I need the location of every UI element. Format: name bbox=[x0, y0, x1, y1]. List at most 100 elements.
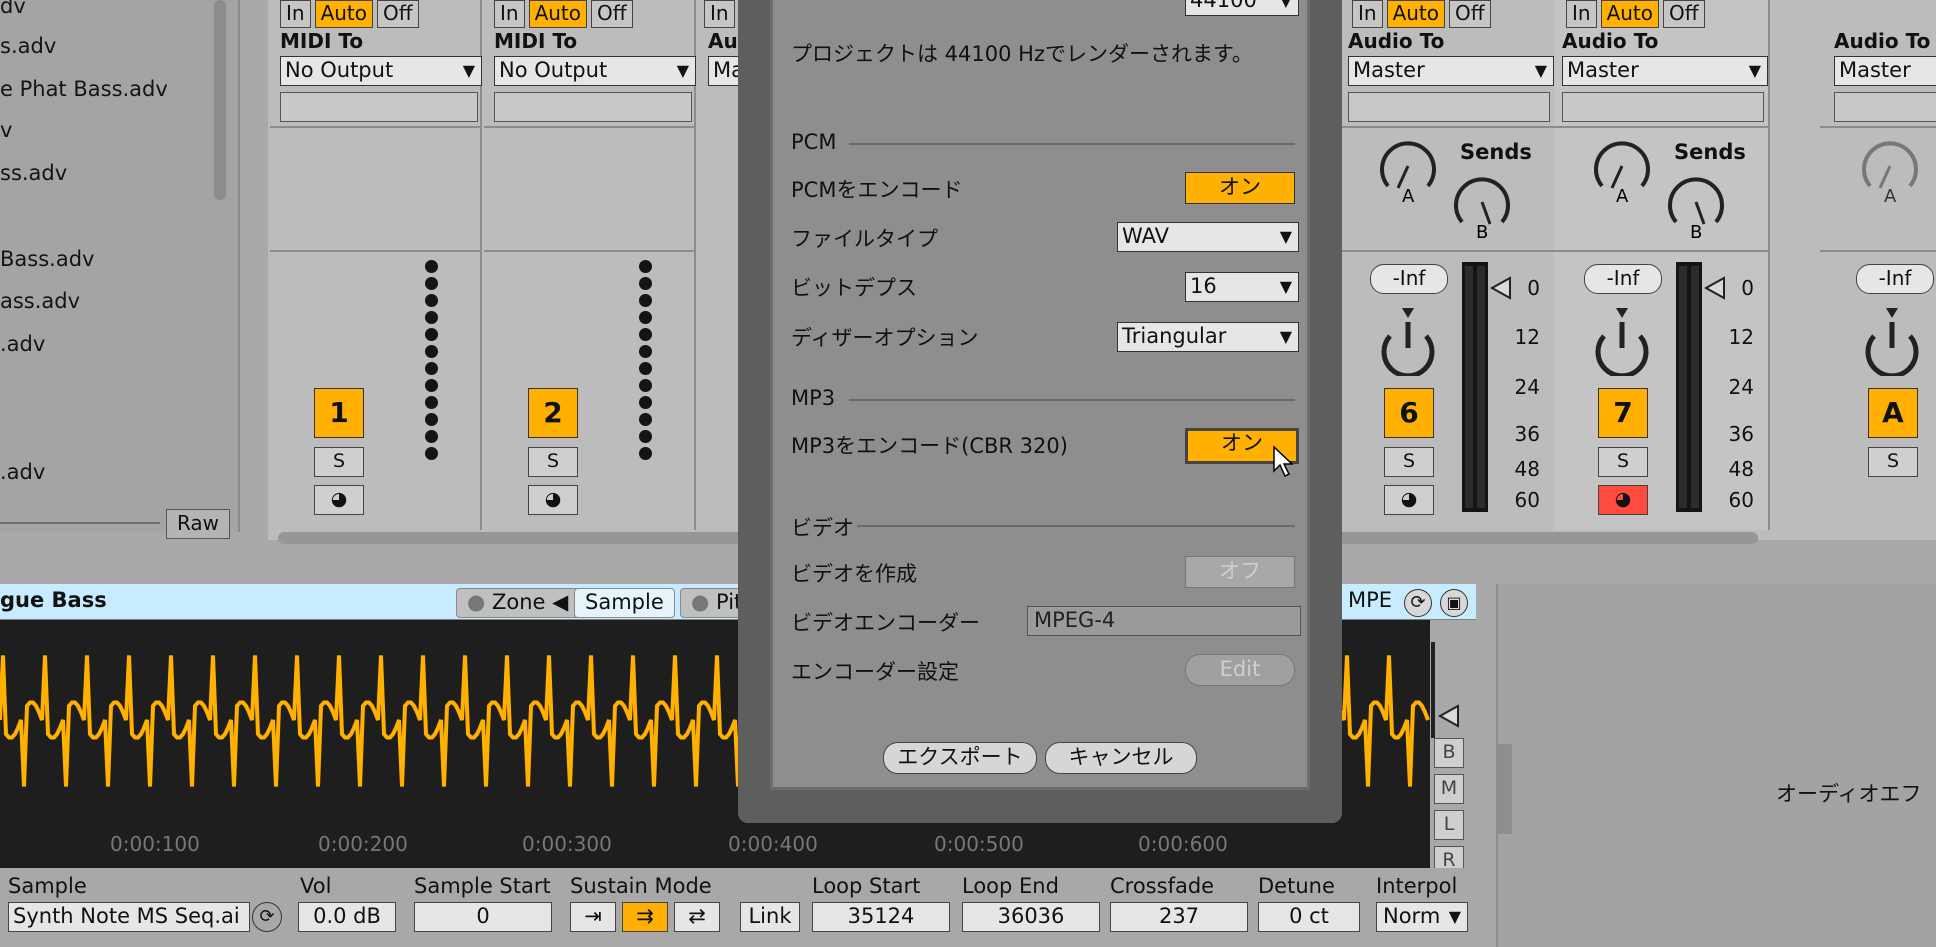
crossfade-field[interactable]: 237 bbox=[1110, 902, 1248, 932]
volume-value[interactable]: -Inf bbox=[1370, 264, 1448, 294]
sample-label: Sample bbox=[8, 874, 87, 898]
raw-button[interactable]: Raw bbox=[166, 509, 230, 539]
volume-value[interactable]: -Inf bbox=[1856, 264, 1934, 294]
export-button[interactable]: エクスポート bbox=[883, 742, 1037, 774]
monitor-off-button[interactable]: Off bbox=[591, 0, 633, 28]
save-preset-icon[interactable]: ▣ bbox=[1440, 589, 1468, 617]
volume-value[interactable]: -Inf bbox=[1584, 264, 1662, 294]
monitor-in-button[interactable]: In bbox=[704, 0, 735, 28]
send-a-knob[interactable]: A bbox=[1376, 136, 1440, 204]
solo-button[interactable]: S bbox=[1598, 447, 1648, 477]
route-channel-select[interactable] bbox=[494, 92, 692, 122]
browser-item[interactable]: .adv bbox=[0, 460, 45, 484]
route-select[interactable]: No Output ▼ bbox=[494, 56, 696, 86]
browser-item[interactable]: dv bbox=[0, 0, 26, 18]
send-b-knob[interactable]: B bbox=[1450, 172, 1514, 240]
monitor-off-button[interactable]: Off bbox=[377, 0, 419, 28]
arm-button[interactable]: ◕ bbox=[1598, 485, 1648, 515]
route-label: Audio To bbox=[1562, 29, 1659, 53]
sample-start-field[interactable]: 0 bbox=[414, 902, 552, 932]
monitor-auto-button[interactable]: Auto bbox=[1386, 0, 1446, 28]
vol-field[interactable]: 0.0 dB bbox=[298, 902, 396, 932]
route-channel-select[interactable] bbox=[1348, 92, 1550, 122]
send-a-knob[interactable]: A bbox=[1590, 136, 1654, 204]
link-button[interactable]: Link bbox=[740, 902, 800, 932]
browser-item[interactable]: Bass.adv bbox=[0, 247, 94, 271]
monitor-off-button[interactable]: Off bbox=[1449, 0, 1491, 28]
record-icon: ◕ bbox=[544, 488, 562, 510]
dropdown-arrow-icon: ▼ bbox=[462, 61, 475, 80]
divider bbox=[1554, 250, 1768, 252]
sustain-off-button[interactable]: ⇥ bbox=[570, 902, 616, 932]
route-select[interactable]: Master bbox=[1834, 56, 1936, 86]
bit-depth-select[interactable]: 16 ▼ bbox=[1185, 272, 1299, 302]
monitor-in-button[interactable]: In bbox=[1352, 0, 1383, 28]
bit-depth-label: ビットデプス bbox=[791, 276, 917, 300]
monitor-auto-button[interactable]: Auto bbox=[1600, 0, 1660, 28]
create-video-toggle[interactable]: オフ bbox=[1185, 556, 1295, 588]
pan-knob[interactable] bbox=[1860, 306, 1924, 376]
route-channel-select[interactable] bbox=[1834, 92, 1936, 122]
track-activator-button[interactable]: 7 bbox=[1598, 388, 1648, 438]
timeline-label: 0:00:600 bbox=[1138, 832, 1228, 856]
monitor-in-button[interactable]: In bbox=[280, 0, 311, 28]
browser-scrollbar[interactable] bbox=[214, 0, 226, 200]
track-activator-button[interactable]: A bbox=[1868, 388, 1918, 438]
dither-select[interactable]: Triangular ▼ bbox=[1117, 322, 1299, 352]
tab-sample[interactable]: Sample bbox=[574, 588, 675, 618]
monitor-auto-button[interactable]: Auto bbox=[314, 0, 374, 28]
file-type-select[interactable]: WAV ▼ bbox=[1117, 222, 1299, 252]
route-channel-select[interactable] bbox=[280, 92, 478, 122]
pan-knob[interactable] bbox=[1376, 306, 1440, 376]
browser-item[interactable]: v bbox=[0, 118, 12, 142]
track-activator-button[interactable]: 6 bbox=[1384, 388, 1434, 438]
pan-knob[interactable] bbox=[1590, 306, 1654, 376]
sustain-loop-forward-button[interactable]: ⇉ bbox=[622, 902, 668, 932]
browser-item[interactable]: e Phat Bass.adv bbox=[0, 77, 168, 101]
audio-effect-drop-area[interactable]: オーディオエフ bbox=[1496, 584, 1936, 947]
arm-button[interactable]: ◕ bbox=[528, 485, 578, 515]
monitor-auto-button[interactable]: Auto bbox=[528, 0, 588, 28]
sample-name-field[interactable]: Synth Note MS Seq.ai bbox=[8, 902, 250, 932]
encoder-settings-edit-button[interactable]: Edit bbox=[1185, 654, 1295, 686]
device-divider-handle[interactable] bbox=[1498, 744, 1512, 834]
solo-button[interactable]: S bbox=[1868, 447, 1918, 477]
cancel-button[interactable]: キャンセル bbox=[1045, 742, 1197, 774]
sustain-loop-pingpong-button[interactable]: ⇄ bbox=[674, 902, 720, 932]
send-a-knob[interactable]: A bbox=[1858, 136, 1922, 204]
monitor-in-button[interactable]: In bbox=[494, 0, 525, 28]
waveform-m-button[interactable]: M bbox=[1434, 774, 1464, 804]
monitor-in-button[interactable]: In bbox=[1566, 0, 1597, 28]
route-select[interactable]: Master ▼ bbox=[1348, 56, 1554, 86]
detune-field[interactable]: 0 ct bbox=[1258, 902, 1360, 932]
gain-handle-icon[interactable] bbox=[1438, 704, 1462, 728]
video-encoder-field[interactable]: MPEG-4 bbox=[1027, 606, 1301, 636]
arm-button[interactable]: ◕ bbox=[1384, 485, 1434, 515]
interpol-select[interactable]: Norm ▼ bbox=[1376, 902, 1468, 932]
sample-rate-select[interactable]: 44100 ▼ bbox=[1185, 0, 1299, 16]
route-channel-select[interactable] bbox=[1562, 92, 1764, 122]
swap-sample-icon[interactable]: ⟳ bbox=[252, 902, 282, 932]
arm-button[interactable]: ◕ bbox=[314, 485, 364, 515]
loop-end-field[interactable]: 36036 bbox=[962, 902, 1100, 932]
mpe-toggle-icon[interactable]: ⟳ bbox=[1404, 589, 1432, 617]
solo-button[interactable]: S bbox=[314, 447, 364, 477]
tab-zone[interactable]: ● Zone ◀ bbox=[456, 588, 580, 618]
browser-item[interactable]: ass.adv bbox=[0, 289, 80, 313]
browser-item[interactable]: .adv bbox=[0, 332, 45, 356]
route-select[interactable]: No Output ▼ bbox=[280, 56, 482, 86]
waveform-l-button[interactable]: L bbox=[1434, 810, 1464, 840]
waveform-b-button[interactable]: B bbox=[1434, 738, 1464, 768]
pcm-encode-toggle[interactable]: オン bbox=[1185, 172, 1295, 204]
send-b-knob[interactable]: B bbox=[1664, 172, 1728, 240]
route-select[interactable]: Master ▼ bbox=[1562, 56, 1768, 86]
solo-button[interactable]: S bbox=[528, 447, 578, 477]
solo-button[interactable]: S bbox=[1384, 447, 1434, 477]
monitor-off-button[interactable]: Off bbox=[1663, 0, 1705, 28]
track-activator-button[interactable]: 1 bbox=[314, 388, 364, 438]
browser-item[interactable]: s.adv bbox=[0, 34, 56, 58]
track-activator-button[interactable]: 2 bbox=[528, 388, 578, 438]
timeline-label: 0:00:100 bbox=[110, 832, 200, 856]
browser-item[interactable]: ss.adv bbox=[0, 161, 67, 185]
loop-start-field[interactable]: 35124 bbox=[812, 902, 950, 932]
